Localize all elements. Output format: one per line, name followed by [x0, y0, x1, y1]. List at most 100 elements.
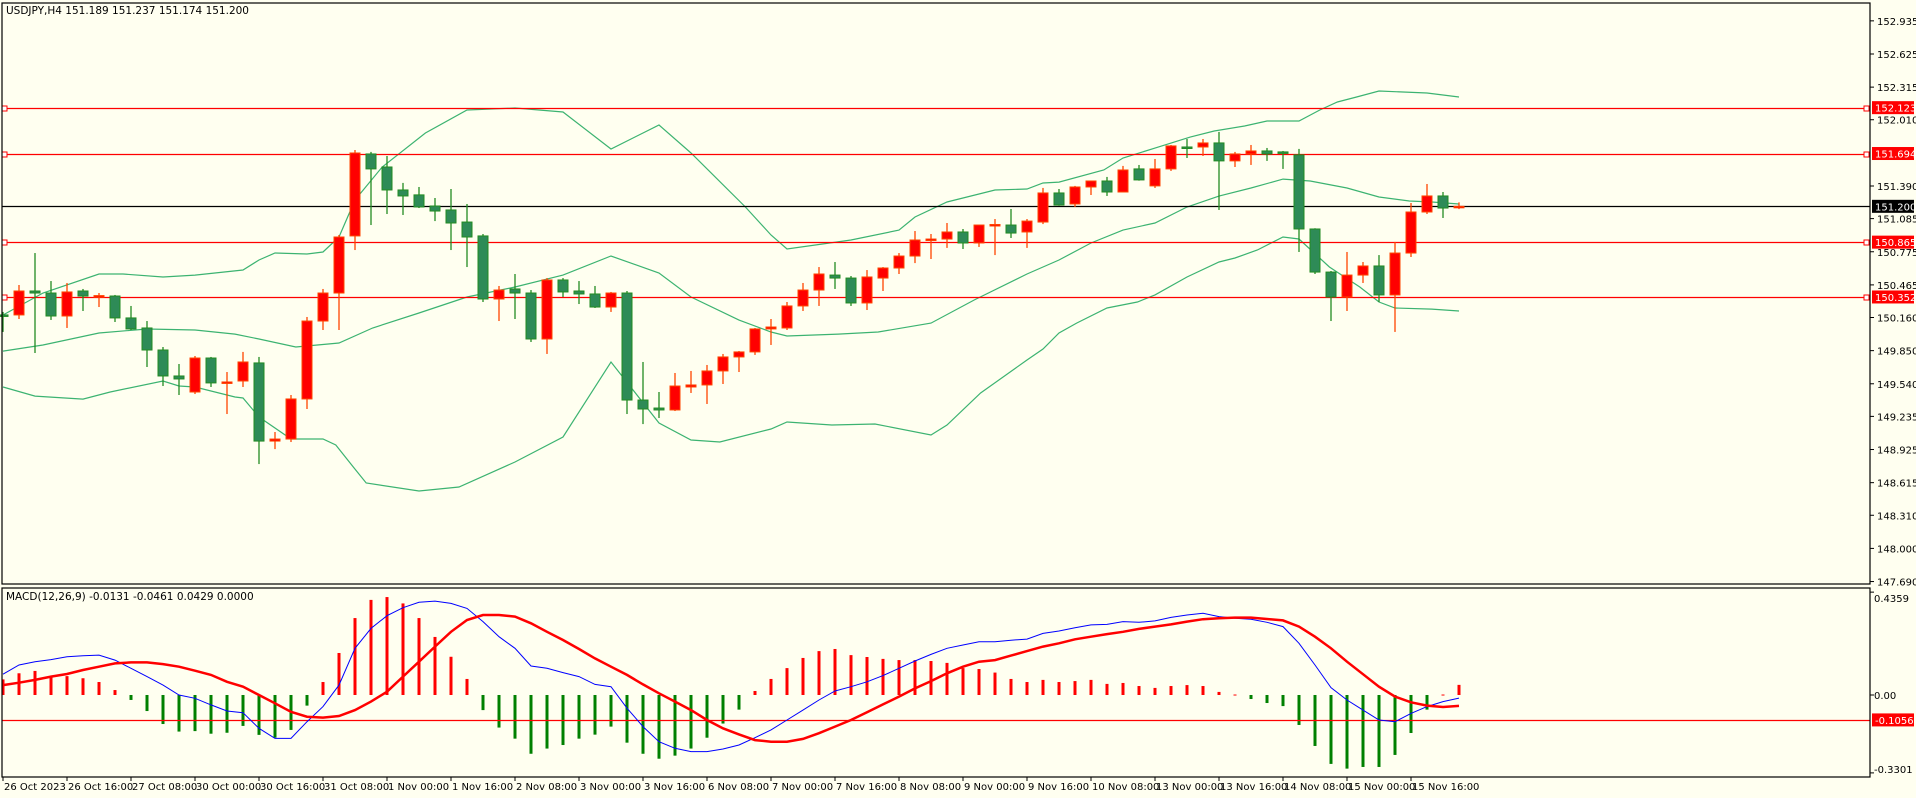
- candle-body: [1181, 146, 1193, 149]
- macd-histogram-bar: [385, 597, 389, 695]
- candle-body: [1453, 205, 1465, 209]
- time-tick-label: 14 Nov 08:00: [1284, 782, 1351, 793]
- time-tick-label: 9 Nov 16:00: [1028, 782, 1089, 793]
- candle-body: [765, 326, 777, 330]
- candle: [1117, 165, 1129, 193]
- macd-histogram-bar: [145, 694, 149, 712]
- macd-histogram-bar: [401, 603, 405, 695]
- macd-level-label: -0.1056: [1875, 716, 1914, 727]
- time-tick-label: 30 Oct 00:00: [196, 782, 261, 793]
- macd-histogram-bar: [225, 694, 229, 733]
- macd-histogram-bar: [673, 694, 677, 756]
- candle-body: [381, 166, 393, 191]
- macd-histogram-bar: [1281, 694, 1285, 707]
- candle-body: [1165, 145, 1177, 170]
- macd-histogram-bar: [33, 670, 37, 695]
- macd-histogram-bar: [593, 694, 597, 735]
- macd-histogram-bar: [545, 694, 549, 749]
- macd-histogram-bar: [241, 694, 245, 726]
- macd-histogram-bar: [1153, 687, 1157, 695]
- macd-histogram-bar: [977, 669, 981, 695]
- candle-body: [941, 231, 953, 240]
- candle-body: [797, 289, 809, 307]
- macd-histogram-bar: [497, 694, 501, 728]
- macd-histogram-bar: [1169, 686, 1173, 695]
- price-tick-label: 149.235: [1877, 412, 1916, 423]
- macd-histogram-bar: [1105, 683, 1109, 695]
- time-tick-label: 31 Oct 08:00: [324, 782, 389, 793]
- price-tick-label: 152.010: [1877, 116, 1916, 127]
- macd-histogram-bar: [65, 676, 69, 695]
- price-tick-label: 150.160: [1877, 313, 1916, 324]
- macd-histogram-bar: [209, 694, 213, 734]
- level-left-handle[interactable]: [1, 151, 8, 158]
- candle: [1309, 228, 1321, 274]
- candle-body: [445, 209, 457, 224]
- candle-body: [477, 235, 489, 300]
- candle-body: [1037, 192, 1049, 223]
- candle-body: [989, 223, 1001, 227]
- macd-histogram-bar: [689, 694, 693, 749]
- level-right-handle[interactable]: [1863, 294, 1870, 301]
- level-right-handle[interactable]: [1863, 151, 1870, 158]
- macd-histogram-bar: [1041, 679, 1045, 695]
- candle-body: [301, 320, 313, 400]
- candle: [205, 356, 217, 387]
- candle-body: [1341, 274, 1353, 298]
- candle-body: [717, 356, 729, 372]
- candle-body: [733, 351, 745, 358]
- time-tick-label: 13 Nov 16:00: [1220, 782, 1287, 793]
- macd-histogram-bar: [721, 694, 725, 724]
- macd-histogram-bar: [849, 655, 853, 695]
- candle-body: [1229, 153, 1241, 162]
- level-right-handle[interactable]: [1863, 105, 1870, 112]
- time-tick-label: 2 Nov 08:00: [516, 782, 577, 793]
- macd-histogram-bar: [753, 690, 757, 695]
- trading-chart[interactable]: 152.935 152.625 152.315 152.010 151.390 151.0…: [0, 0, 1916, 798]
- macd-tick-label: 0.4359: [1874, 594, 1909, 605]
- candle-body: [125, 317, 137, 330]
- candle-body: [1261, 150, 1273, 155]
- candle-body: [957, 231, 969, 244]
- level-right-handle[interactable]: [1863, 239, 1870, 246]
- macd-histogram-bar: [49, 676, 53, 695]
- level-price-label: 151.694: [1875, 150, 1916, 161]
- candle-body: [1213, 142, 1225, 162]
- macd-tick-label: -0.3301: [1874, 765, 1913, 776]
- macd-histogram-bar: [161, 694, 165, 725]
- price-tick-label: 150.775: [1877, 248, 1916, 259]
- candle: [109, 294, 121, 322]
- candle-body: [349, 152, 361, 237]
- candle: [349, 149, 361, 251]
- candle: [477, 234, 489, 302]
- level-left-handle[interactable]: [1, 239, 8, 246]
- candle-body: [1277, 151, 1289, 154]
- time-tick-label: 8 Nov 08:00: [900, 782, 961, 793]
- macd-histogram-bar: [1073, 681, 1077, 695]
- candle-body: [1389, 252, 1401, 296]
- macd-histogram-bar: [1441, 694, 1445, 696]
- macd-histogram-bar: [881, 658, 885, 695]
- price-tick-label: 148.925: [1877, 446, 1916, 457]
- candle-body: [829, 274, 841, 279]
- price-tick-label: 148.615: [1877, 479, 1916, 490]
- candle-body: [685, 384, 697, 388]
- candle-body: [173, 375, 185, 380]
- macd-histogram-bar: [465, 678, 469, 695]
- candle-body: [365, 153, 377, 170]
- candle-body: [573, 290, 585, 295]
- macd-histogram-bar: [817, 651, 821, 695]
- candle-body: [1021, 220, 1033, 233]
- level-left-handle[interactable]: [1, 294, 8, 301]
- macd-histogram-bar: [897, 660, 901, 695]
- candle-body: [1069, 186, 1081, 205]
- candle-body: [269, 438, 281, 442]
- macd-histogram-bar: [737, 694, 741, 710]
- candle-body: [1117, 169, 1129, 193]
- candle-body: [1357, 265, 1369, 276]
- time-tick-label: 27 Oct 08:00: [132, 782, 197, 793]
- macd-histogram-bar: [529, 694, 533, 754]
- candle-body: [1373, 265, 1385, 296]
- level-left-handle[interactable]: [1, 105, 8, 112]
- macd-histogram-bar: [1217, 691, 1221, 695]
